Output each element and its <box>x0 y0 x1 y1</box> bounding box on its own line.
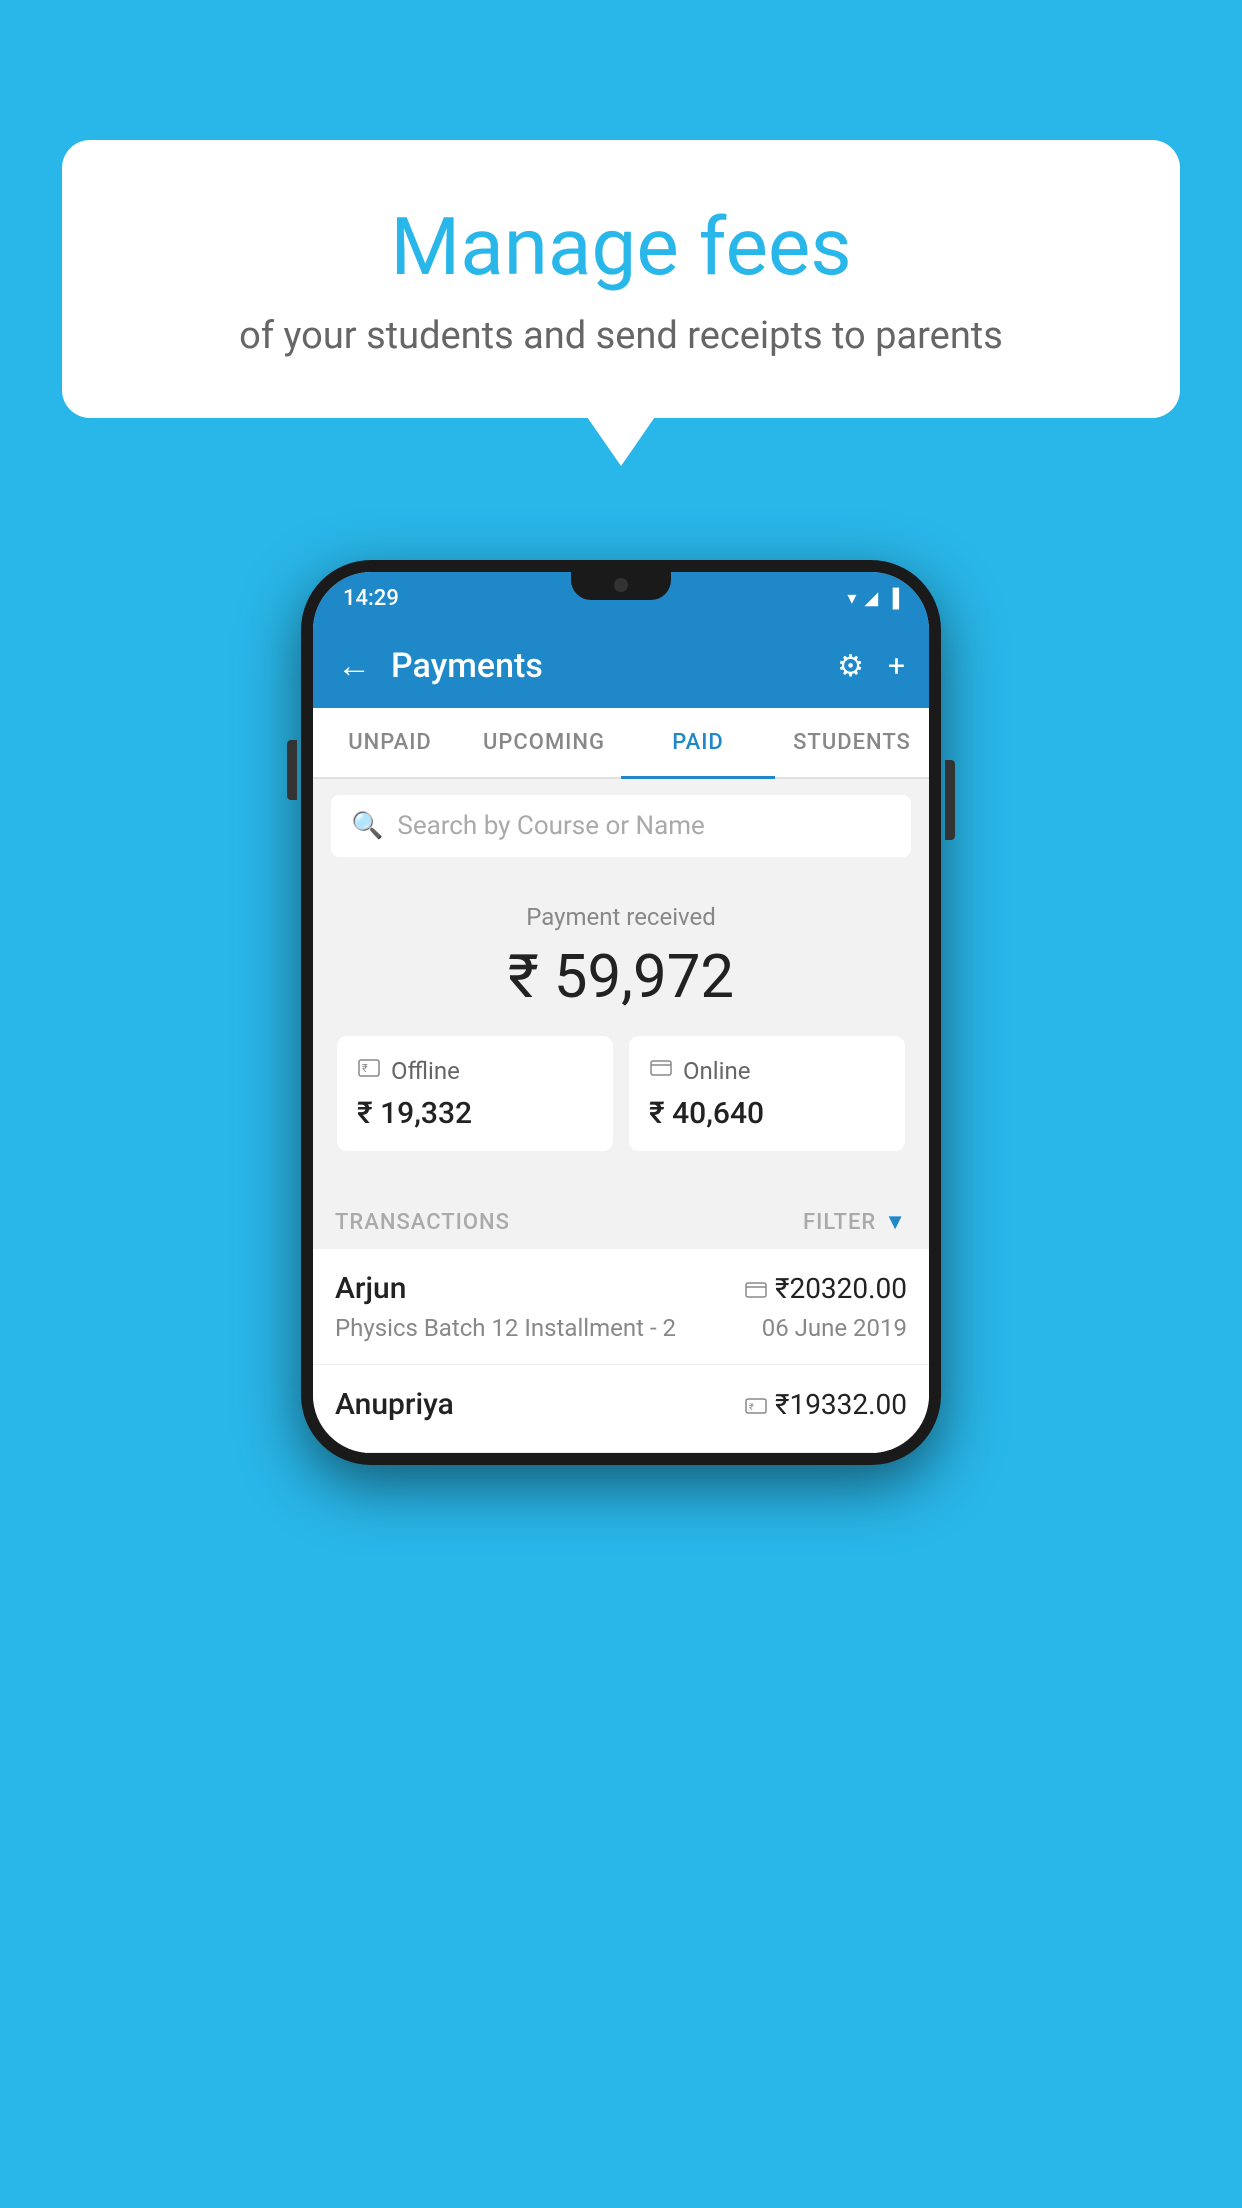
bubble-subtitle: of your students and send receipts to pa… <box>122 314 1120 358</box>
offline-amount: ₹ 19,332 <box>357 1096 593 1131</box>
tab-paid[interactable]: PAID <box>621 708 775 777</box>
bubble-title: Manage fees <box>122 200 1120 294</box>
offline-card-header: ₹ Offline <box>357 1056 593 1086</box>
wifi-icon: ▾ <box>847 588 856 609</box>
app-bar-title: Payments <box>391 646 817 686</box>
payment-type-icon-anupriya: ₹ <box>745 1388 767 1421</box>
online-icon <box>649 1056 673 1086</box>
settings-icon[interactable]: ⚙ <box>837 649 864 684</box>
payment-received-label: Payment received <box>333 903 909 931</box>
speech-bubble-container: Manage fees of your students and send re… <box>62 140 1180 418</box>
notch <box>571 572 671 600</box>
payment-cards: ₹ Offline ₹ 19,332 <box>333 1036 909 1171</box>
transaction-amount-arjun: ₹20320.00 <box>745 1272 907 1305</box>
svg-text:₹: ₹ <box>749 1403 754 1413</box>
transaction-date-arjun: 06 June 2019 <box>762 1314 907 1342</box>
payment-received-section: Payment received ₹ 59,972 ₹ Offline <box>313 873 929 1191</box>
tabs: UNPAID UPCOMING PAID STUDENTS <box>313 708 929 779</box>
transactions-header: TRANSACTIONS FILTER ▼ <box>313 1191 929 1249</box>
status-icons: ▾ ◢ ▐ <box>847 588 899 609</box>
filter-icon: ▼ <box>884 1209 907 1235</box>
phone-screen: 14:29 ▾ ◢ ▐ ← Payments ⚙ + UNPAID UPCOMI… <box>313 572 929 1453</box>
student-name-arjun: Arjun <box>335 1271 406 1306</box>
volume-button <box>287 740 297 800</box>
power-button <box>945 760 955 840</box>
app-bar: ← Payments ⚙ + <box>313 624 929 708</box>
signal-icon: ◢ <box>864 588 878 609</box>
transaction-row1-arjun: Arjun ₹20320.00 <box>335 1271 907 1306</box>
online-label: Online <box>683 1057 750 1085</box>
transactions-label: TRANSACTIONS <box>335 1210 510 1235</box>
add-icon[interactable]: + <box>888 649 905 684</box>
app-bar-icons: ⚙ + <box>837 649 905 684</box>
tab-students[interactable]: STUDENTS <box>775 708 929 777</box>
svg-text:₹: ₹ <box>362 1062 368 1075</box>
transaction-row1-anupriya: Anupriya ₹ ₹19332.00 <box>335 1387 907 1422</box>
payment-type-icon-arjun <box>745 1272 767 1305</box>
payment-received-amount: ₹ 59,972 <box>333 941 909 1012</box>
search-icon: 🔍 <box>351 811 383 841</box>
tab-upcoming[interactable]: UPCOMING <box>467 708 621 777</box>
speech-bubble: Manage fees of your students and send re… <box>62 140 1180 418</box>
filter-label: FILTER <box>803 1210 876 1235</box>
search-container: 🔍 Search by Course or Name <box>313 779 929 873</box>
phone-frame: 14:29 ▾ ◢ ▐ ← Payments ⚙ + UNPAID UPCOMI… <box>301 560 941 1465</box>
transaction-item-arjun[interactable]: Arjun ₹20320.00 Physics Batch 12 Install… <box>313 1249 929 1365</box>
tab-unpaid[interactable]: UNPAID <box>313 708 467 777</box>
offline-label: Offline <box>391 1057 460 1085</box>
online-card-header: Online <box>649 1056 885 1086</box>
camera <box>614 578 628 592</box>
online-amount: ₹ 40,640 <box>649 1096 885 1131</box>
back-button[interactable]: ← <box>337 646 371 686</box>
filter-button[interactable]: FILTER ▼ <box>803 1209 907 1235</box>
transaction-row2-arjun: Physics Batch 12 Installment - 2 06 June… <box>335 1314 907 1342</box>
status-bar: 14:29 ▾ ◢ ▐ <box>313 572 929 624</box>
transaction-amount-anupriya: ₹ ₹19332.00 <box>745 1388 907 1421</box>
offline-icon: ₹ <box>357 1056 381 1086</box>
course-info-arjun: Physics Batch 12 Installment - 2 <box>335 1314 676 1342</box>
offline-card: ₹ Offline ₹ 19,332 <box>337 1036 613 1151</box>
search-bar[interactable]: 🔍 Search by Course or Name <box>331 795 911 857</box>
online-card: Online ₹ 40,640 <box>629 1036 905 1151</box>
status-time: 14:29 <box>343 586 399 611</box>
search-placeholder: Search by Course or Name <box>397 811 704 841</box>
transaction-item-anupriya[interactable]: Anupriya ₹ ₹19332.00 <box>313 1365 929 1453</box>
student-name-anupriya: Anupriya <box>335 1387 454 1422</box>
battery-icon: ▐ <box>886 588 899 609</box>
